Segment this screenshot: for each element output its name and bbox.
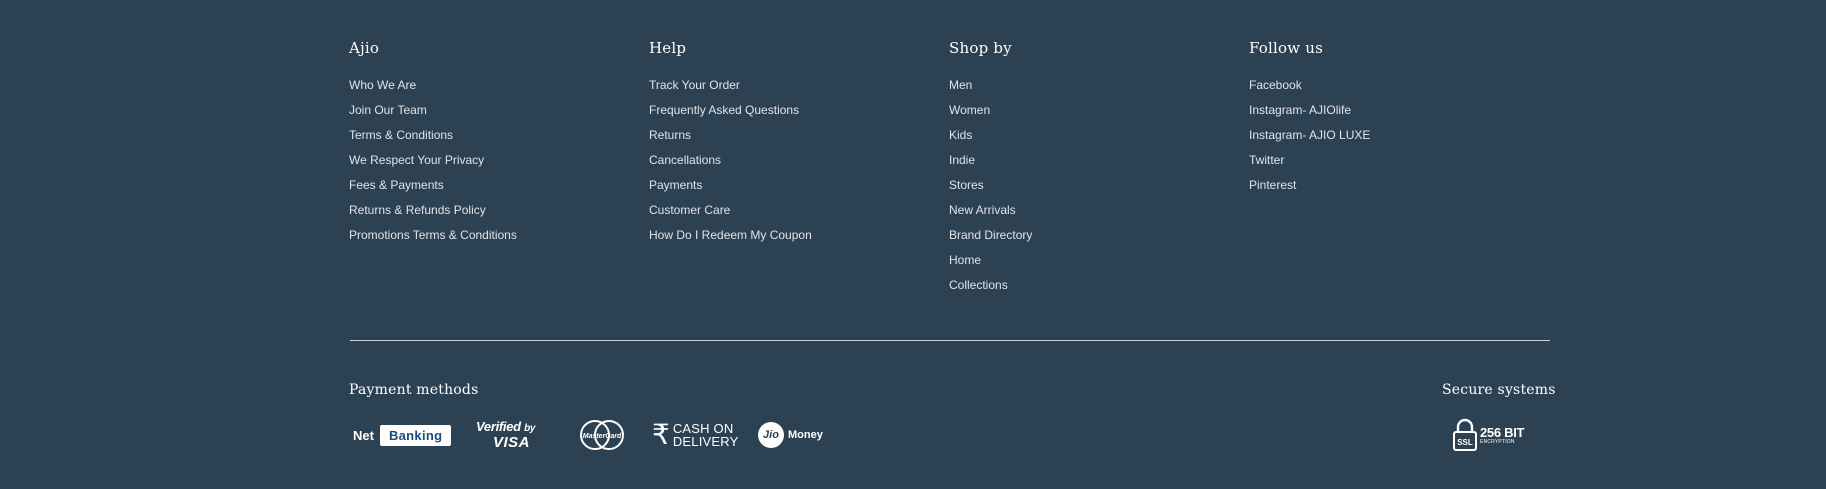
netbanking-logo: Net Banking: [353, 418, 452, 452]
rupee-icon: ₹: [652, 419, 670, 450]
footer-link-new-arrivals[interactable]: New Arrivals: [949, 203, 1016, 217]
cod-line-2: DELIVERY: [672, 434, 739, 449]
list-item: Indie: [949, 152, 1239, 177]
footer-link-fees-payments[interactable]: Fees & Payments: [349, 178, 444, 192]
padlock-icon: SSL: [1453, 418, 1477, 451]
column-title: Follow us: [1249, 39, 1324, 57]
ssl-text: SSL: [1457, 438, 1473, 447]
list-item: Men: [949, 77, 1239, 102]
footer-link-promotions-terms[interactable]: Promotions Terms & Conditions: [349, 228, 517, 242]
list-item: Stores: [949, 177, 1239, 202]
list-item: Cancellations: [649, 152, 939, 177]
cash-on-delivery-logo: ₹ CASH ON DELIVERY: [652, 418, 739, 452]
list-item: Women: [949, 102, 1239, 127]
ssl-bits-text: 256 BIT: [1480, 424, 1525, 440]
footer-link-twitter[interactable]: Twitter: [1249, 153, 1284, 167]
mastercard-icon: MasterCard: [580, 420, 624, 450]
footer-link-terms[interactable]: Terms & Conditions: [349, 128, 453, 142]
list-item: How Do I Redeem My Coupon: [649, 227, 939, 252]
netbanking-net-text: Net: [353, 427, 374, 443]
list-item: Terms & Conditions: [349, 127, 639, 152]
footer-link-home[interactable]: Home: [949, 253, 981, 267]
footer-link-collections[interactable]: Collections: [949, 278, 1008, 292]
footer-link-track-order[interactable]: Track Your Order: [649, 78, 740, 92]
payment-methods-title: Payment methods: [349, 382, 479, 398]
list-item: Instagram- AJIOlife: [1249, 102, 1539, 127]
footer-column-follow-us: Follow us Facebook Instagram- AJIOlife I…: [1249, 38, 1539, 202]
list-item: Frequently Asked Questions: [649, 102, 939, 127]
footer-link-join-our-team[interactable]: Join Our Team: [349, 103, 427, 117]
footer-link-cancellations[interactable]: Cancellations: [649, 153, 721, 167]
list-item: Returns & Refunds Policy: [349, 202, 639, 227]
list-item: Home: [949, 252, 1239, 277]
list-item: Collections: [949, 277, 1239, 302]
footer-link-customer-care[interactable]: Customer Care: [649, 203, 730, 217]
footer-link-women[interactable]: Women: [949, 103, 990, 117]
secure-systems-title: Secure systems: [1442, 382, 1556, 398]
list-item: Pinterest: [1249, 177, 1539, 202]
list-item: Returns: [649, 127, 939, 152]
footer-link-instagram-ajiolife[interactable]: Instagram- AJIOlife: [1249, 103, 1351, 117]
visa-verified-text: Verified: [476, 419, 521, 434]
list-item: Brand Directory: [949, 227, 1239, 252]
link-list: Facebook Instagram- AJIOlife Instagram- …: [1249, 77, 1539, 202]
list-item: Payments: [649, 177, 939, 202]
link-list: Track Your Order Frequently Asked Questi…: [649, 77, 939, 252]
footer-link-pinterest[interactable]: Pinterest: [1249, 178, 1296, 192]
footer-link-redeem-coupon[interactable]: How Do I Redeem My Coupon: [649, 228, 812, 242]
list-item: We Respect Your Privacy: [349, 152, 639, 177]
mastercard-logo: MasterCard: [578, 418, 626, 452]
site-footer: Ajio Who We Are Join Our Team Terms & Co…: [0, 0, 1826, 489]
footer-link-facebook[interactable]: Facebook: [1249, 78, 1302, 92]
column-title: Help: [649, 39, 687, 57]
visa-verified-line: Verified by: [476, 419, 536, 435]
visa-by-text: by: [524, 423, 536, 434]
list-item: Facebook: [1249, 77, 1539, 102]
jio-money-logo: Jio Money: [758, 418, 823, 452]
link-list: Who We Are Join Our Team Terms & Conditi…: [349, 77, 639, 252]
footer-link-returns[interactable]: Returns: [649, 128, 691, 142]
footer-divider: [350, 340, 1550, 341]
ssl-encryption-text: ENCRYPTION: [1480, 438, 1515, 445]
footer-link-payments[interactable]: Payments: [649, 178, 702, 192]
list-item: Track Your Order: [649, 77, 939, 102]
footer-link-indie[interactable]: Indie: [949, 153, 975, 167]
jio-icon: Jio: [758, 422, 784, 448]
list-item: Join Our Team: [349, 102, 639, 127]
footer-link-kids[interactable]: Kids: [949, 128, 972, 142]
footer-column-ajio: Ajio Who We Are Join Our Team Terms & Co…: [349, 38, 639, 252]
footer-link-returns-refunds[interactable]: Returns & Refunds Policy: [349, 203, 486, 217]
netbanking-banking-text: Banking: [379, 424, 452, 446]
footer-link-stores[interactable]: Stores: [949, 178, 984, 192]
footer-link-brand-directory[interactable]: Brand Directory: [949, 228, 1032, 242]
list-item: Promotions Terms & Conditions: [349, 227, 639, 252]
list-item: Kids: [949, 127, 1239, 152]
verified-by-visa-logo: Verified by VISA: [476, 418, 536, 452]
footer-link-instagram-ajio-luxe[interactable]: Instagram- AJIO LUXE: [1249, 128, 1370, 142]
footer-column-shop-by: Shop by Men Women Kids Indie Stores New …: [949, 38, 1239, 302]
list-item: Customer Care: [649, 202, 939, 227]
mastercard-text: MasterCard: [583, 433, 622, 440]
footer-column-help: Help Track Your Order Frequently Asked Q…: [649, 38, 939, 252]
column-title: Shop by: [949, 39, 1012, 57]
cod-text: CASH ON DELIVERY: [673, 422, 739, 448]
visa-text: VISA: [493, 434, 531, 451]
ssl-256-bit-logo: SSL 256 BIT ENCRYPTION: [1452, 418, 1524, 452]
footer-link-privacy[interactable]: We Respect Your Privacy: [349, 153, 484, 167]
ssl-bit-text-group: 256 BIT ENCRYPTION: [1480, 426, 1524, 445]
jio-money-text: Money: [788, 429, 823, 441]
list-item: New Arrivals: [949, 202, 1239, 227]
footer-link-men[interactable]: Men: [949, 78, 972, 92]
footer-link-faq[interactable]: Frequently Asked Questions: [649, 103, 799, 117]
link-list: Men Women Kids Indie Stores New Arrivals…: [949, 77, 1239, 302]
column-title: Ajio: [349, 39, 380, 57]
footer-link-who-we-are[interactable]: Who We Are: [349, 78, 416, 92]
list-item: Who We Are: [349, 77, 639, 102]
list-item: Twitter: [1249, 152, 1539, 177]
list-item: Instagram- AJIO LUXE: [1249, 127, 1539, 152]
list-item: Fees & Payments: [349, 177, 639, 202]
